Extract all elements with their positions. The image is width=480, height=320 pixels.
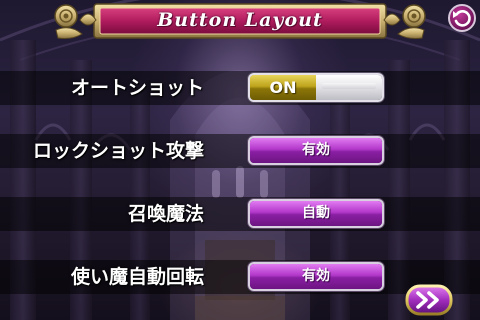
- page-title: Button Layout: [157, 9, 323, 31]
- familiar-auto-rotation-label: 使い魔自動回転: [70, 266, 204, 288]
- double-chevron-right-icon: [405, 284, 453, 316]
- back-button[interactable]: [447, 3, 477, 33]
- auto-shot-toggle-state: ON: [250, 75, 316, 100]
- lock-shot-attack-button[interactable]: 有効: [250, 138, 382, 163]
- auto-shot-toggle[interactable]: ON: [250, 75, 382, 100]
- next-button[interactable]: [405, 284, 453, 316]
- back-arrow-icon: [448, 4, 476, 32]
- button-layout-screen: Button Layout オートショット ON ロックショット攻撃 有効 召喚…: [0, 0, 480, 320]
- row-band-summon-magic: [0, 197, 480, 231]
- lock-shot-attack-label: ロックショット攻撃: [32, 140, 204, 162]
- summon-magic-button[interactable]: 自動: [250, 201, 382, 226]
- familiar-auto-rotation-button[interactable]: 有効: [250, 264, 382, 289]
- summon-magic-label: 召喚魔法: [127, 203, 204, 225]
- auto-shot-label: オートショット: [70, 77, 204, 99]
- toggle-track: [322, 83, 376, 89]
